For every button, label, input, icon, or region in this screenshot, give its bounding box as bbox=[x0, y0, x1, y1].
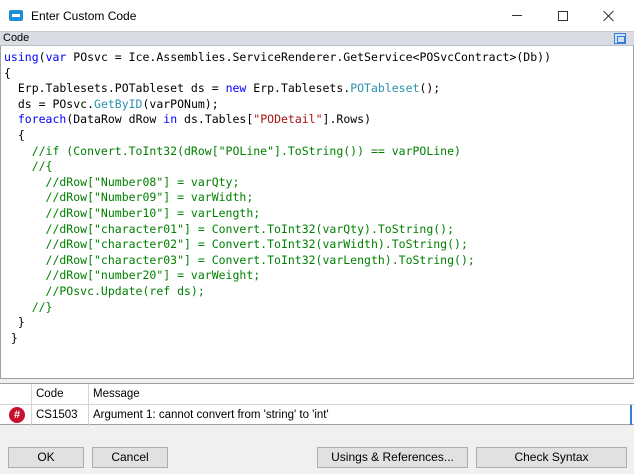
code-token: Erp.Tablesets.POTableset ds = bbox=[4, 81, 226, 96]
error-list: Code Message # CS1503 Argument 1: cannot… bbox=[0, 383, 634, 426]
column-header-code[interactable]: Code bbox=[36, 384, 64, 404]
row-selection-marker bbox=[630, 405, 632, 425]
code-token: //} bbox=[4, 299, 53, 314]
code-token: } bbox=[4, 330, 18, 345]
minimize-icon bbox=[512, 15, 522, 16]
window-app-icon bbox=[9, 10, 23, 21]
ok-button[interactable]: OK bbox=[8, 447, 84, 468]
check-syntax-button[interactable]: Check Syntax bbox=[476, 447, 627, 468]
code-token: (); bbox=[419, 81, 441, 96]
code-token: //dRow["character03"] = Convert.ToInt32(… bbox=[4, 252, 475, 267]
code-token: POTableset bbox=[350, 81, 420, 96]
code-line[interactable]: //dRow["character03"] = Convert.ToInt32(… bbox=[4, 253, 475, 268]
cancel-button[interactable]: Cancel bbox=[92, 447, 168, 468]
code-line[interactable]: using(var POsvc = Ice.Assemblies.Service… bbox=[4, 50, 551, 65]
code-token: //{ bbox=[4, 159, 53, 174]
code-token: //dRow["number20"] = varWeight; bbox=[4, 268, 261, 283]
code-token: //POsvc.Update(ref ds); bbox=[4, 284, 205, 298]
code-token: POsvc = Ice.Assemblies.ServiceRenderer.G… bbox=[66, 50, 551, 64]
code-token: //if (Convert.ToInt32(dRow["POLine"].ToS… bbox=[4, 143, 461, 158]
code-panel-header: Code bbox=[0, 31, 634, 46]
code-line[interactable]: //dRow["character01"] = Convert.ToInt32(… bbox=[4, 221, 455, 237]
code-token: //dRow["Number10"] = varLength; bbox=[4, 206, 261, 220]
code-token: ds = POsvc. bbox=[4, 96, 95, 111]
column-header-message[interactable]: Message bbox=[93, 384, 140, 404]
code-token: } bbox=[4, 315, 25, 330]
error-hash-icon: # bbox=[9, 407, 25, 423]
code-line[interactable]: //if (Convert.ToInt32(dRow["POLine"].ToS… bbox=[4, 144, 461, 159]
code-token: GetByID bbox=[94, 96, 143, 111]
code-panel-title: Code bbox=[3, 32, 30, 44]
code-token: //dRow["character02"] = Convert.ToInt32(… bbox=[4, 237, 468, 252]
code-token: new bbox=[225, 81, 247, 96]
code-line[interactable]: foreach(DataRow dRow in ds.Tables["PODet… bbox=[4, 112, 371, 127]
code-token: ].Rows) bbox=[322, 112, 372, 127]
maximize-icon bbox=[558, 10, 568, 21]
code-line[interactable]: //dRow["character02"] = Convert.ToInt32(… bbox=[4, 237, 468, 252]
code-token: (DataRow dRow bbox=[66, 112, 164, 127]
code-line[interactable]: //dRow["Number10"] = varLength; bbox=[4, 206, 261, 221]
maximize-button[interactable] bbox=[540, 0, 586, 31]
code-token: ( bbox=[38, 50, 46, 64]
code-line[interactable]: { bbox=[4, 66, 11, 81]
code-line[interactable]: } bbox=[4, 315, 25, 330]
error-message-cell[interactable]: Argument 1: cannot convert from 'string'… bbox=[93, 405, 329, 425]
usings-references-button[interactable]: Usings & References... bbox=[317, 447, 468, 468]
code-line[interactable]: Erp.Tablesets.POTableset ds = new Erp.Ta… bbox=[4, 81, 440, 96]
code-token: (varPONum); bbox=[142, 96, 219, 111]
code-token: { bbox=[4, 128, 25, 142]
column-divider bbox=[88, 384, 89, 426]
code-line[interactable]: } bbox=[4, 331, 18, 346]
code-token: in bbox=[163, 112, 178, 127]
code-editor[interactable]: using(var POsvc = Ice.Assemblies.Service… bbox=[0, 46, 634, 379]
code-token: //dRow["Number09"] = varWidth; bbox=[4, 190, 254, 205]
code-token: //dRow["Number08"] = varQty; bbox=[4, 174, 240, 189]
error-code-cell[interactable]: CS1503 bbox=[36, 405, 78, 425]
code-line[interactable]: //POsvc.Update(ref ds); bbox=[4, 284, 205, 299]
code-line[interactable]: //{ bbox=[4, 159, 53, 174]
code-line[interactable]: //dRow["Number09"] = varWidth; bbox=[4, 190, 254, 205]
code-token: //dRow["character01"] = Convert.ToInt32(… bbox=[4, 221, 455, 236]
code-token: foreach bbox=[17, 112, 67, 127]
code-line[interactable]: //dRow["number20"] = varWeight; bbox=[4, 268, 261, 283]
code-line[interactable]: { bbox=[4, 128, 25, 143]
code-token: "PODetail" bbox=[253, 112, 323, 127]
code-token: var bbox=[45, 50, 67, 64]
restore-panel-icon[interactable] bbox=[614, 33, 626, 44]
column-divider bbox=[31, 384, 32, 426]
minimize-button[interactable] bbox=[494, 0, 540, 31]
code-token: { bbox=[4, 65, 11, 80]
code-line[interactable]: ds = POsvc.GetByID(varPONum); bbox=[4, 97, 219, 112]
code-token: using bbox=[4, 50, 39, 64]
code-line[interactable]: //dRow["Number08"] = varQty; bbox=[4, 174, 240, 190]
close-icon bbox=[603, 10, 615, 22]
code-line[interactable]: //} bbox=[4, 299, 53, 315]
code-token: ds.Tables[ bbox=[177, 112, 254, 127]
title-bar: Enter Custom Code bbox=[0, 0, 634, 31]
window-title: Enter Custom Code bbox=[31, 9, 137, 23]
close-button[interactable] bbox=[586, 0, 632, 31]
code-token: Erp.Tablesets. bbox=[246, 81, 351, 96]
